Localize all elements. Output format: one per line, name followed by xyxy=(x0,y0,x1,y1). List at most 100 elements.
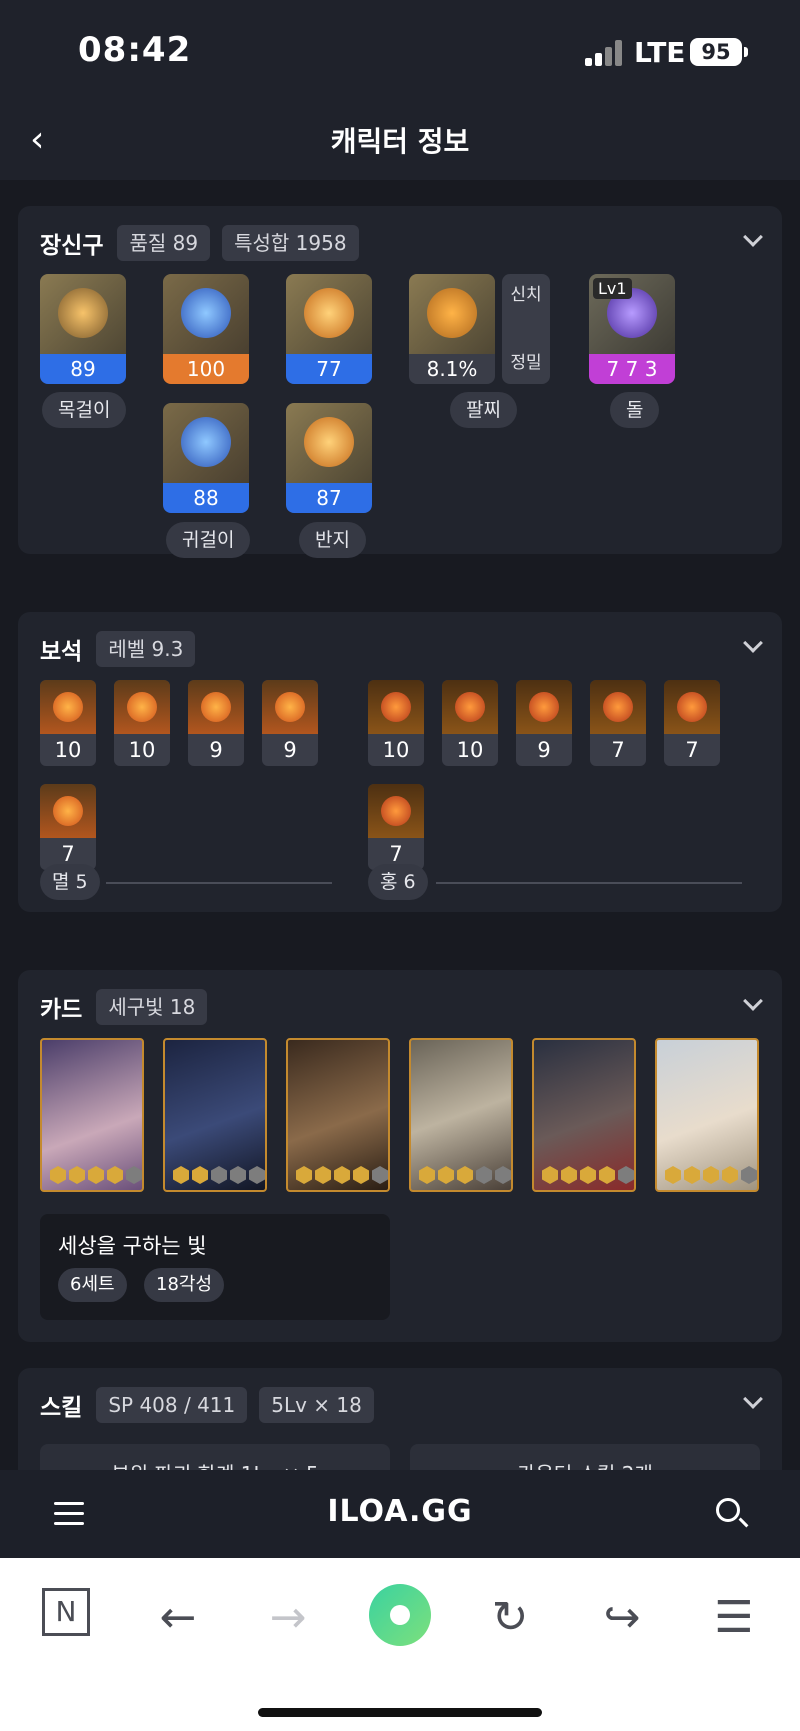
section-title: 카드 xyxy=(40,997,83,1023)
app-header: ‹ 캐릭터 정보 xyxy=(0,100,800,180)
skill-stat-box: 카운터 스킬 2개 xyxy=(410,1444,760,1470)
section-title: 스킬 xyxy=(40,1395,83,1421)
necklace-label: 목걸이 xyxy=(42,392,127,428)
gems-section: 보석 레벨 9.3 10 10 9 9 7 10 10 9 7 7 7 멸 5 … xyxy=(18,612,782,912)
skill-level-chip: 5Lv × 18 xyxy=(259,1387,374,1423)
quality-value: 100 xyxy=(163,354,249,384)
legend-card[interactable] xyxy=(655,1038,759,1192)
gem-item[interactable]: 7 xyxy=(40,784,96,870)
card-set-box: 세상을 구하는 빛 6세트 18각성 xyxy=(40,1214,390,1320)
battery-icon: 95 xyxy=(690,38,742,66)
earring-image xyxy=(163,403,249,483)
battery-tip xyxy=(744,47,748,57)
gem-item[interactable]: 9 xyxy=(516,680,572,766)
green-dot-icon[interactable] xyxy=(369,1584,431,1646)
network-type: LTE xyxy=(634,36,686,69)
gem-level: 10 xyxy=(456,738,484,762)
cards-section: 카드 세구빛 18 세상을 구하는 빛 6세트 18각성 xyxy=(18,970,782,1342)
legend-card[interactable] xyxy=(409,1038,513,1192)
gem-image xyxy=(40,680,96,734)
skill-stat-box: 부위 파괴 한계 1Lv × 5 xyxy=(40,1444,390,1470)
gem-item[interactable]: 10 xyxy=(114,680,170,766)
bracelet-label: 팔찌 xyxy=(450,392,517,428)
back-arrow-icon[interactable]: ← xyxy=(148,1588,208,1648)
awakening-stars xyxy=(665,1166,757,1184)
card-set-chip: 세구빛 18 xyxy=(96,989,208,1025)
content-area[interactable]: 장신구 품질 89 특성합 1958 89 100 77 8.1% 신치 정밀 xyxy=(0,180,800,1470)
divider xyxy=(436,882,742,884)
earring-item[interactable]: 88 xyxy=(163,403,249,513)
naver-icon[interactable]: N xyxy=(42,1588,90,1636)
gem-item[interactable]: 7 xyxy=(590,680,646,766)
legend-card[interactable] xyxy=(40,1038,144,1192)
gem-item[interactable]: 10 xyxy=(40,680,96,766)
awakening-stars xyxy=(50,1166,142,1184)
gem-image xyxy=(188,680,244,734)
ring-item[interactable]: 77 xyxy=(286,274,372,384)
gem-image xyxy=(516,680,572,734)
clock: 08:42 xyxy=(78,30,192,70)
awakening-stars xyxy=(296,1166,388,1184)
accessory-section: 장신구 품질 89 특성합 1958 89 100 77 8.1% 신치 정밀 xyxy=(18,206,782,558)
gem-level-chip: 레벨 9.3 xyxy=(96,631,196,667)
gem-item[interactable]: 9 xyxy=(262,680,318,766)
quality-value: 77 xyxy=(286,354,372,384)
chevron-down-icon[interactable] xyxy=(743,1389,763,1409)
gem-image xyxy=(114,680,170,734)
site-nav-bar: ILOA.GG xyxy=(0,1470,800,1558)
bracelet-tags: 신치 정밀 xyxy=(502,274,550,384)
gem-image xyxy=(442,680,498,734)
bracelet-value: 8.1% xyxy=(409,354,495,384)
chevron-down-icon[interactable] xyxy=(743,633,763,653)
gem-image xyxy=(262,680,318,734)
earring-item[interactable]: 100 xyxy=(163,274,249,384)
gem-item[interactable]: 7 xyxy=(368,784,424,870)
sp-chip: SP 408 / 411 xyxy=(96,1387,248,1423)
bracelet-item[interactable]: 8.1% xyxy=(409,274,495,384)
chevron-down-icon[interactable] xyxy=(743,227,763,247)
necklace-item[interactable]: 89 xyxy=(40,274,126,384)
awakening-stars xyxy=(173,1166,265,1184)
stat-sum-chip: 특성합 1958 xyxy=(222,225,359,261)
legend-card[interactable] xyxy=(163,1038,267,1192)
gem-level: 10 xyxy=(382,738,410,762)
browser-toolbar: N ← → ↻ ↪ ☰ xyxy=(0,1558,800,1731)
chevron-down-icon[interactable] xyxy=(743,991,763,1011)
stone-label: 돌 xyxy=(610,392,660,428)
site-logo[interactable]: ILOA.GG xyxy=(0,1494,800,1529)
stone-item[interactable]: Lv1 7 7 3 xyxy=(589,274,675,384)
stone-level: Lv1 xyxy=(593,278,632,299)
ring-label: 반지 xyxy=(299,522,366,558)
gem-level: 10 xyxy=(54,738,82,762)
gem-image xyxy=(368,680,424,734)
gem-item[interactable]: 9 xyxy=(188,680,244,766)
earring-label: 귀걸이 xyxy=(166,522,251,558)
share-icon[interactable]: ↪ xyxy=(592,1588,652,1648)
ring-item[interactable]: 87 xyxy=(286,403,372,513)
legend-card[interactable] xyxy=(532,1038,636,1192)
gem-item[interactable]: 7 xyxy=(664,680,720,766)
home-indicator xyxy=(258,1708,542,1717)
menu-lines-icon[interactable]: ☰ xyxy=(704,1588,764,1648)
legend-card[interactable] xyxy=(286,1038,390,1192)
search-icon[interactable] xyxy=(716,1498,740,1522)
gem-image xyxy=(368,784,424,838)
gem-level: 9 xyxy=(209,738,223,762)
section-title: 보석 xyxy=(40,639,83,665)
earring-image xyxy=(163,274,249,354)
card-set-name: 세상을 구하는 빛 xyxy=(58,1234,207,1258)
gem-level: 10 xyxy=(128,738,156,762)
skills-section: 스킬 SP 408 / 411 5Lv × 18 부위 파괴 한계 1Lv × … xyxy=(18,1368,782,1470)
quality-value: 88 xyxy=(163,483,249,513)
set-count-pill: 6세트 xyxy=(58,1268,127,1302)
forward-arrow-icon[interactable]: → xyxy=(258,1588,318,1648)
gem-level: 9 xyxy=(537,738,551,762)
section-title: 장신구 xyxy=(40,233,104,259)
gem-item[interactable]: 10 xyxy=(368,680,424,766)
gem-image xyxy=(664,680,720,734)
gem-group-label: 홍 6 xyxy=(368,864,428,900)
quality-chip: 품질 89 xyxy=(117,225,211,261)
refresh-icon[interactable]: ↻ xyxy=(480,1588,540,1648)
gem-item[interactable]: 10 xyxy=(442,680,498,766)
gem-level: 7 xyxy=(611,738,625,762)
